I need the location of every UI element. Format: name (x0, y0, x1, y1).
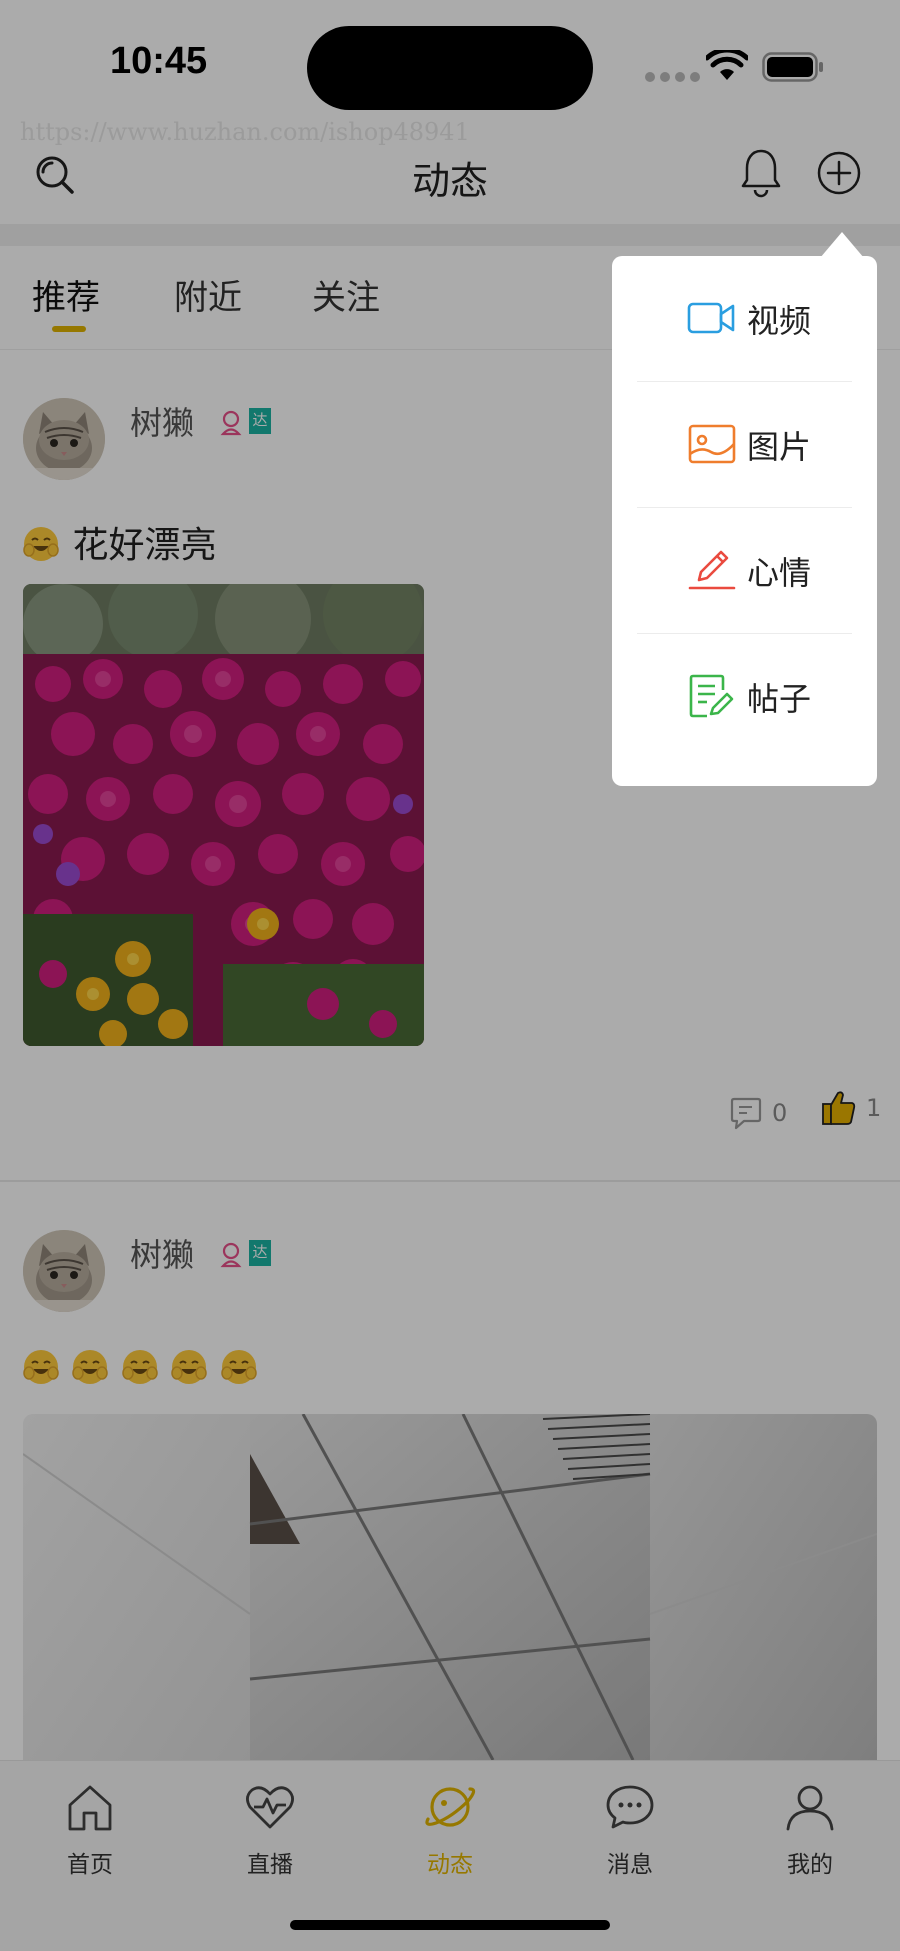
popup-arrow (820, 232, 864, 258)
image-icon (688, 424, 736, 464)
menu-item-image-label: 图片 (747, 428, 812, 466)
create-popup-menu: 视频 图片 心情 帖子 (612, 256, 877, 786)
home-indicator[interactable] (290, 1920, 610, 1930)
video-camera-icon (687, 302, 735, 334)
pen-icon (688, 550, 736, 590)
menu-item-video-label: 视频 (747, 302, 812, 340)
menu-item-mood-label: 心情 (747, 554, 812, 592)
menu-item-post-label: 帖子 (747, 680, 812, 718)
menu-item-post[interactable]: 帖子 (637, 634, 852, 760)
menu-item-mood[interactable]: 心情 (637, 508, 852, 634)
menu-item-video[interactable]: 视频 (637, 256, 852, 382)
menu-item-image[interactable]: 图片 (637, 382, 852, 508)
app-screen: 10:45 https://www.huzhan.com/ishop48941 … (0, 0, 900, 1951)
note-edit-icon (689, 674, 734, 718)
